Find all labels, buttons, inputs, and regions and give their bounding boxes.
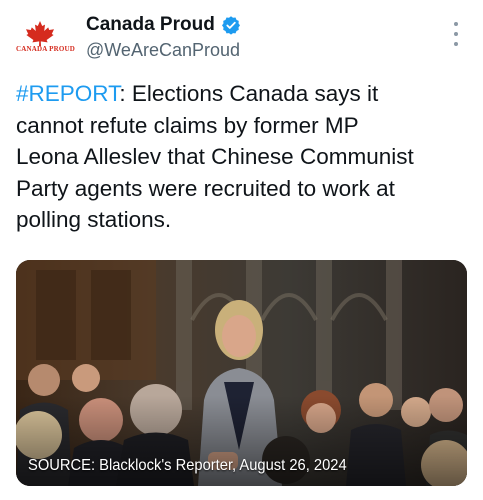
tweet-media-image[interactable]: SOURCE: Blacklock's Reporter, August 26,… — [16, 260, 467, 486]
photo-parliament-chamber — [16, 260, 467, 486]
more-dot — [454, 32, 458, 36]
avatar[interactable]: CANADA PROUD — [14, 14, 75, 66]
verified-badge-icon — [221, 16, 240, 35]
avatar-logo-text: CANADA PROUD — [16, 45, 75, 53]
more-dot — [454, 42, 458, 46]
hashtag-link[interactable]: #REPORT — [16, 81, 119, 106]
name-row: Canada Proud — [86, 14, 241, 36]
tweet-header: CANADA PROUD Canada Proud @WeAreCanProud — [0, 0, 483, 72]
more-dot — [454, 22, 458, 26]
display-name[interactable]: Canada Proud — [86, 14, 215, 36]
media-caption: SOURCE: Blacklock's Reporter, August 26,… — [28, 457, 347, 474]
account-handle[interactable]: @WeAreCanProud — [86, 40, 240, 61]
more-options-icon[interactable] — [446, 22, 466, 46]
tweet-text: #REPORT: Elections Canada says it cannot… — [16, 78, 471, 236]
maple-leaf-icon — [26, 21, 54, 46]
